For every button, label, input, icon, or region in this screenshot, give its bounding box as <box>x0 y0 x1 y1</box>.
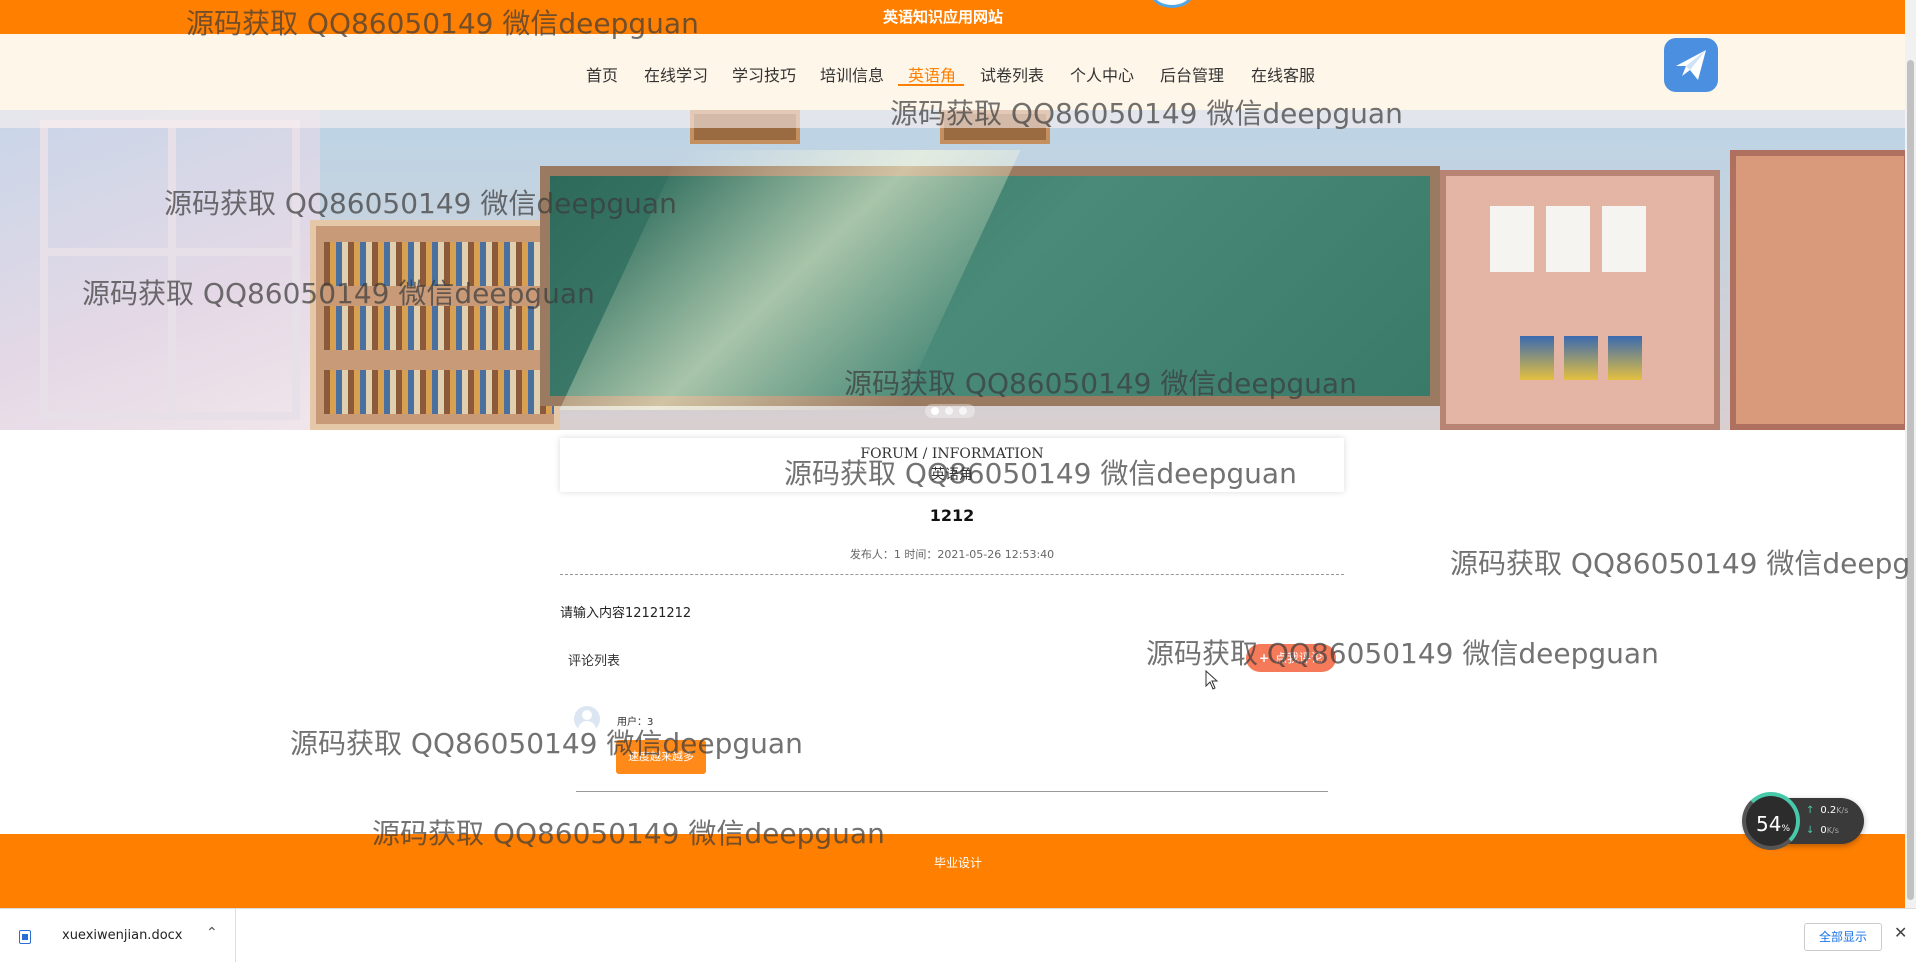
footer: 毕业设计 <box>0 834 1905 908</box>
plus-icon: + <box>1258 651 1270 665</box>
usage-percent: 54% <box>1756 812 1790 836</box>
show-all-button[interactable]: 全部显示 <box>1804 923 1882 951</box>
post-content: 请输入内容12121212 <box>560 606 692 621</box>
nav-item-english-corner[interactable]: 英语角 <box>908 62 956 86</box>
watermark: 源码获取 QQ86050149 微信deepguan <box>290 727 803 760</box>
nav-item-home[interactable]: 首页 <box>586 62 618 86</box>
post-meta: 发布人：1 时间：2021-05-26 12:53:40 <box>849 548 1055 561</box>
nav-item-personal-center[interactable]: 个人中心 <box>1070 62 1134 86</box>
carousel-dot-3[interactable] <box>959 407 967 415</box>
post-title: 1212 <box>929 506 975 525</box>
carousel-dots <box>925 404 975 418</box>
add-comment-label: 点我评论 <box>1275 651 1324 665</box>
scrollbar-thumb[interactable] <box>1907 60 1914 900</box>
upload-speed-value: 0.2 <box>1820 805 1837 816</box>
chevron-up-icon[interactable]: ⌃ <box>206 925 218 941</box>
add-comment-button[interactable]: + 点我评论 <box>1246 644 1336 672</box>
download-bar: xuexiwenjian.docx ⌃ 全部显示 ✕ <box>0 908 1916 962</box>
site-title: 英语知识应用网站 <box>882 8 1003 26</box>
nav-bar: 首页 在线学习 学习技巧 培训信息 英语角 试卷列表 个人中心 后台管理 在线客… <box>0 34 1905 110</box>
watermark: 源码获取 QQ86050149 微信deepg <box>1450 547 1911 580</box>
nav-item-study-tips[interactable]: 学习技巧 <box>732 62 796 86</box>
top-bar: 英语知识应用网站 <box>0 0 1905 34</box>
comment-text: 速度越来越多 <box>616 740 706 774</box>
download-file-name[interactable]: xuexiwenjian.docx <box>62 928 183 943</box>
comments-divider <box>576 791 1328 792</box>
forum-header-card: FORUM / INFORMATION 英语角 <box>560 438 1344 492</box>
nav-item-admin[interactable]: 后台管理 <box>1160 62 1224 86</box>
carousel-dot-2[interactable] <box>945 407 953 415</box>
logo-icon[interactable] <box>1664 38 1718 92</box>
banner-notice-wall <box>1440 170 1720 430</box>
download-item[interactable]: xuexiwenjian.docx ⌃ <box>0 909 236 962</box>
close-icon[interactable]: ✕ <box>1894 923 1907 942</box>
comments-label: 评论列表 <box>568 654 621 669</box>
forum-heading-en: FORUM / INFORMATION <box>860 446 1044 462</box>
banner-door <box>1730 150 1905 430</box>
avatar <box>574 706 600 732</box>
download-unit: K/s <box>1826 826 1839 835</box>
mouse-cursor-icon <box>1205 670 1219 690</box>
forum-heading-cn: 英语角 <box>931 467 973 483</box>
page-scrollbar[interactable] <box>1905 0 1916 908</box>
download-arrow-icon: ↓ <box>1806 825 1815 836</box>
usage-percent-value: 54 <box>1756 812 1782 836</box>
banner-bookshelf <box>310 220 560 430</box>
usage-percent-unit: % <box>1781 824 1791 834</box>
post-divider <box>560 574 1344 575</box>
upload-unit: K/s <box>1836 806 1849 815</box>
active-nav-indicator <box>898 84 964 86</box>
download-speed: ↓ 0K/s <box>1806 825 1839 836</box>
upload-arrow-icon: ↑ <box>1806 805 1815 816</box>
banner-ceiling <box>0 110 1905 128</box>
nav-item-exam-list[interactable]: 试卷列表 <box>980 62 1044 86</box>
nav-item-training-info[interactable]: 培训信息 <box>820 62 884 86</box>
carousel-dot-1[interactable] <box>931 407 939 415</box>
upload-speed: ↑ 0.2K/s <box>1806 805 1848 816</box>
watermark: 源码获取 QQ86050149 微信deepguan <box>1146 637 1659 670</box>
banner-window-frame <box>40 120 300 420</box>
docx-file-icon <box>19 930 31 944</box>
comment-user: 用户：3 <box>617 717 654 728</box>
hero-banner <box>0 110 1905 430</box>
nav-item-customer-service[interactable]: 在线客服 <box>1251 62 1315 86</box>
network-speed-widget[interactable]: 54% ↑ 0.2K/s ↓ 0K/s <box>1742 792 1864 850</box>
footer-text: 毕业设计 <box>933 856 982 870</box>
nav-item-online-learning[interactable]: 在线学习 <box>644 62 708 86</box>
